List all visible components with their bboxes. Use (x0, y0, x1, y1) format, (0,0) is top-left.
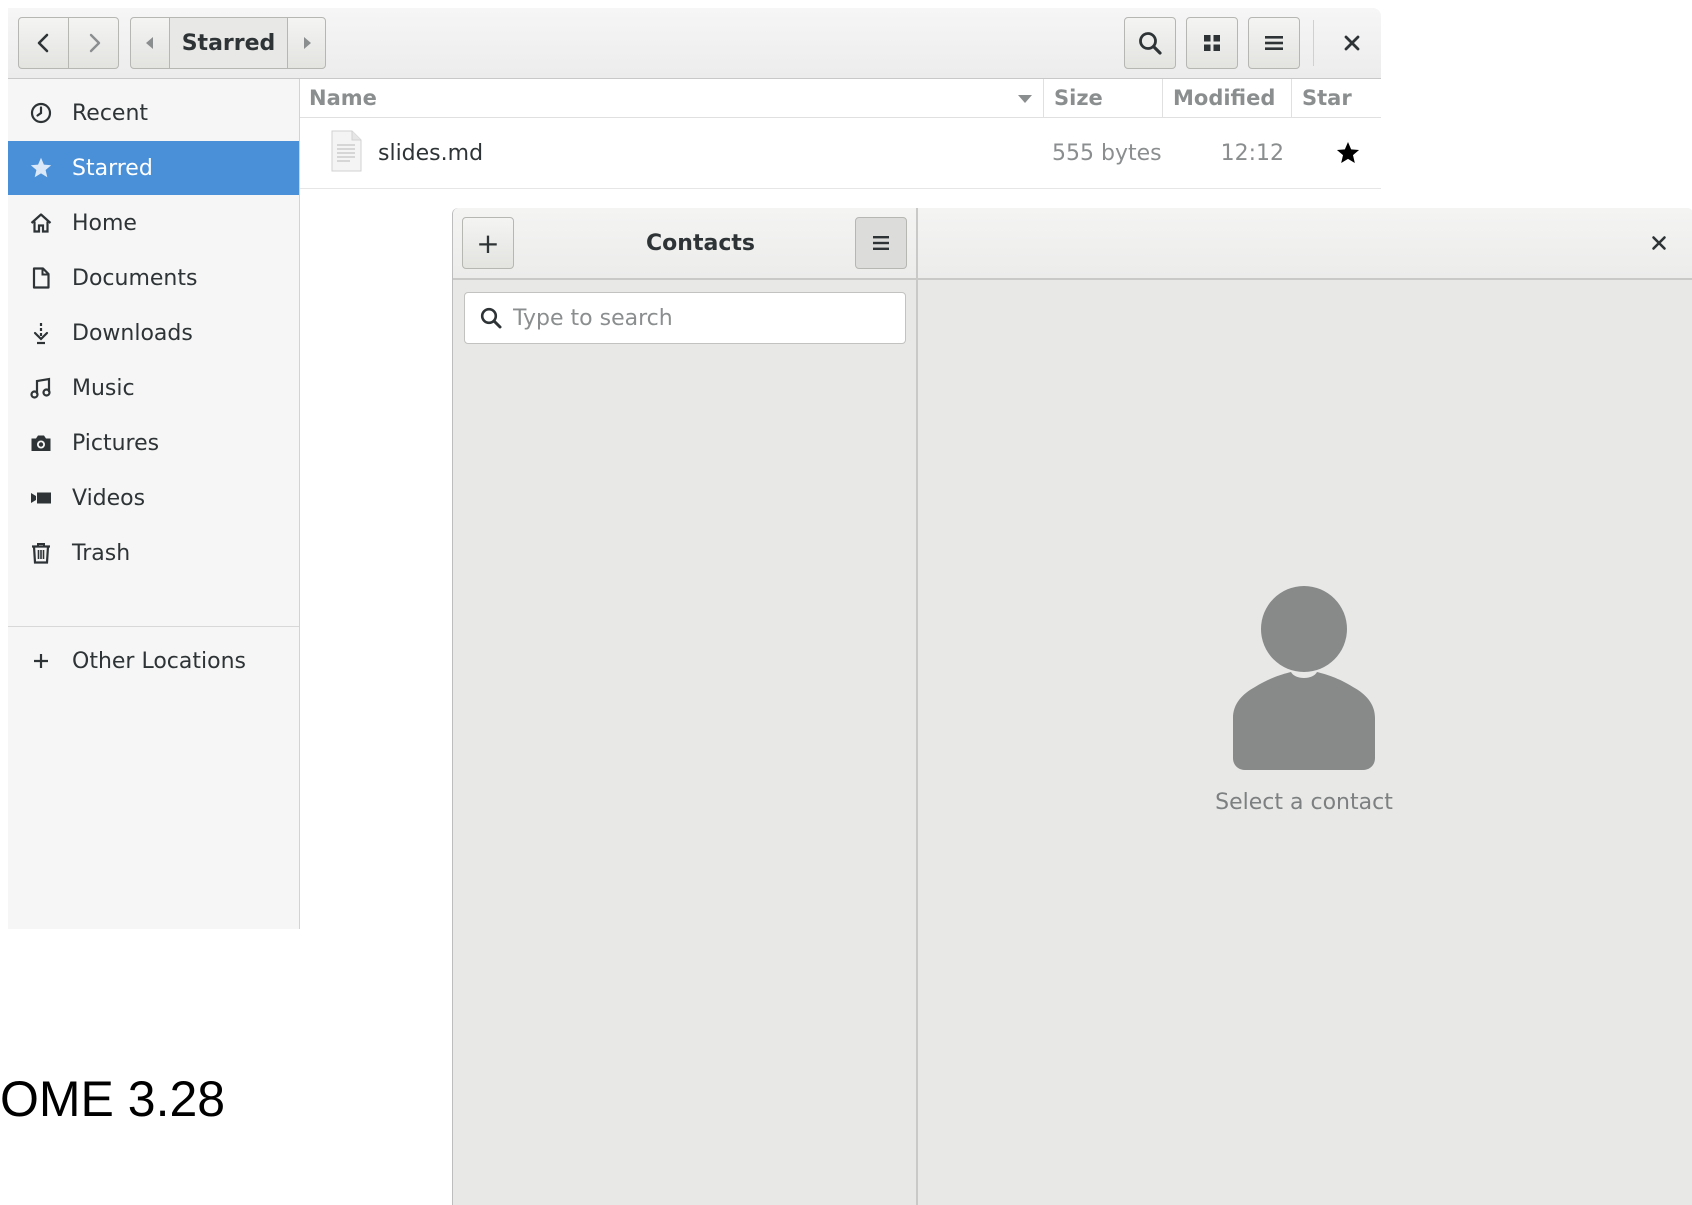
triangle-left-icon (146, 37, 153, 49)
contacts-headerbar: + Contacts (453, 208, 1692, 280)
files-close-button[interactable] (1326, 17, 1378, 69)
home-icon (28, 210, 54, 236)
back-button[interactable] (18, 17, 69, 69)
sidebar-item-recent[interactable]: Recent (8, 86, 299, 140)
add-contact-button[interactable]: + (462, 217, 514, 269)
contacts-list-pane (453, 280, 918, 1205)
trash-icon (28, 540, 54, 566)
chevron-left-icon (37, 33, 48, 53)
search-input[interactable] (513, 305, 893, 331)
path-scroll-right-button[interactable] (287, 17, 326, 69)
sidebar-item-music[interactable]: Music (8, 361, 299, 415)
star-icon (28, 155, 54, 181)
sidebar-item-label: Music (72, 375, 135, 401)
sidebar-item-label: Home (72, 210, 137, 236)
star-filled-icon[interactable] (1335, 140, 1361, 166)
close-icon (1344, 35, 1360, 51)
download-icon (28, 320, 54, 346)
contacts-title: Contacts (646, 230, 755, 256)
plus-icon (28, 648, 54, 674)
sort-descending-icon (1018, 95, 1032, 103)
contacts-header-separator (916, 208, 918, 278)
search-icon (1139, 32, 1162, 55)
sidebar-item-label: Documents (72, 265, 198, 291)
column-header-modified[interactable]: Modified (1163, 79, 1292, 117)
file-modified: 12:12 (1220, 140, 1284, 166)
search-icon (480, 307, 502, 329)
search-button[interactable] (1124, 17, 1176, 69)
file-name: slides.md (378, 140, 484, 166)
sidebar-item-label: Other Locations (72, 648, 246, 674)
select-contact-text: Select a contact (1215, 790, 1393, 815)
sidebar-item-label: Recent (72, 100, 149, 126)
places-sidebar: Recent Starred Home Documents Downloads … (8, 79, 300, 929)
sidebar-item-label: Videos (72, 485, 146, 511)
chevron-right-icon (89, 33, 100, 53)
hamburger-menu-icon (1265, 36, 1283, 50)
grid-icon (1204, 35, 1220, 51)
sidebar-item-trash[interactable]: Trash (8, 526, 299, 580)
camera-icon (28, 430, 54, 456)
sidebar-divider (8, 626, 299, 627)
sidebar-item-label: Pictures (72, 430, 160, 456)
contacts-search-field[interactable] (464, 292, 906, 344)
sidebar-item-pictures[interactable]: Pictures (8, 416, 299, 470)
file-size: 555 bytes (1052, 140, 1162, 166)
path-scroll-left-button[interactable] (130, 17, 170, 69)
contacts-window: + Contacts Select a contact (452, 208, 1692, 1205)
clock-icon (28, 100, 54, 126)
sidebar-item-label: Downloads (72, 320, 193, 346)
avatar-placeholder-icon (1233, 586, 1375, 770)
sidebar-item-downloads[interactable]: Downloads (8, 306, 299, 360)
text-file-icon (331, 130, 362, 172)
contacts-close-button[interactable] (1633, 217, 1685, 269)
file-row[interactable]: slides.md 555 bytes 12:12 (300, 118, 1381, 189)
music-icon (28, 375, 54, 401)
sidebar-item-label: Trash (72, 540, 131, 566)
sidebar-item-documents[interactable]: Documents (8, 251, 299, 305)
video-icon (28, 485, 54, 511)
view-grid-button[interactable] (1186, 17, 1238, 69)
triangle-right-icon (303, 37, 311, 49)
sidebar-item-home[interactable]: Home (8, 196, 299, 250)
document-icon (28, 265, 54, 291)
background-text: OME 3.28 (0, 1071, 226, 1127)
contacts-menu-button[interactable] (855, 217, 907, 269)
file-list-header: Name Size Modified Star (300, 79, 1381, 118)
hamburger-menu-icon (873, 236, 889, 250)
path-bar: Starred (130, 17, 326, 69)
main-menu-button[interactable] (1248, 17, 1300, 69)
column-header-size[interactable]: Size (1044, 79, 1163, 117)
close-icon (1652, 236, 1666, 250)
sidebar-item-other-locations[interactable]: Other Locations (8, 634, 299, 688)
column-header-name[interactable]: Name (300, 79, 1044, 117)
column-header-star[interactable]: Star (1292, 79, 1381, 117)
forward-button[interactable] (68, 17, 119, 69)
sidebar-item-starred[interactable]: Starred (8, 141, 299, 195)
sidebar-item-videos[interactable]: Videos (8, 471, 299, 525)
files-headerbar: Starred (8, 8, 1381, 79)
path-starred-button[interactable]: Starred (169, 17, 288, 69)
header-separator (1313, 20, 1314, 66)
sidebar-item-label: Starred (72, 155, 153, 181)
navigation-buttons (18, 17, 120, 69)
